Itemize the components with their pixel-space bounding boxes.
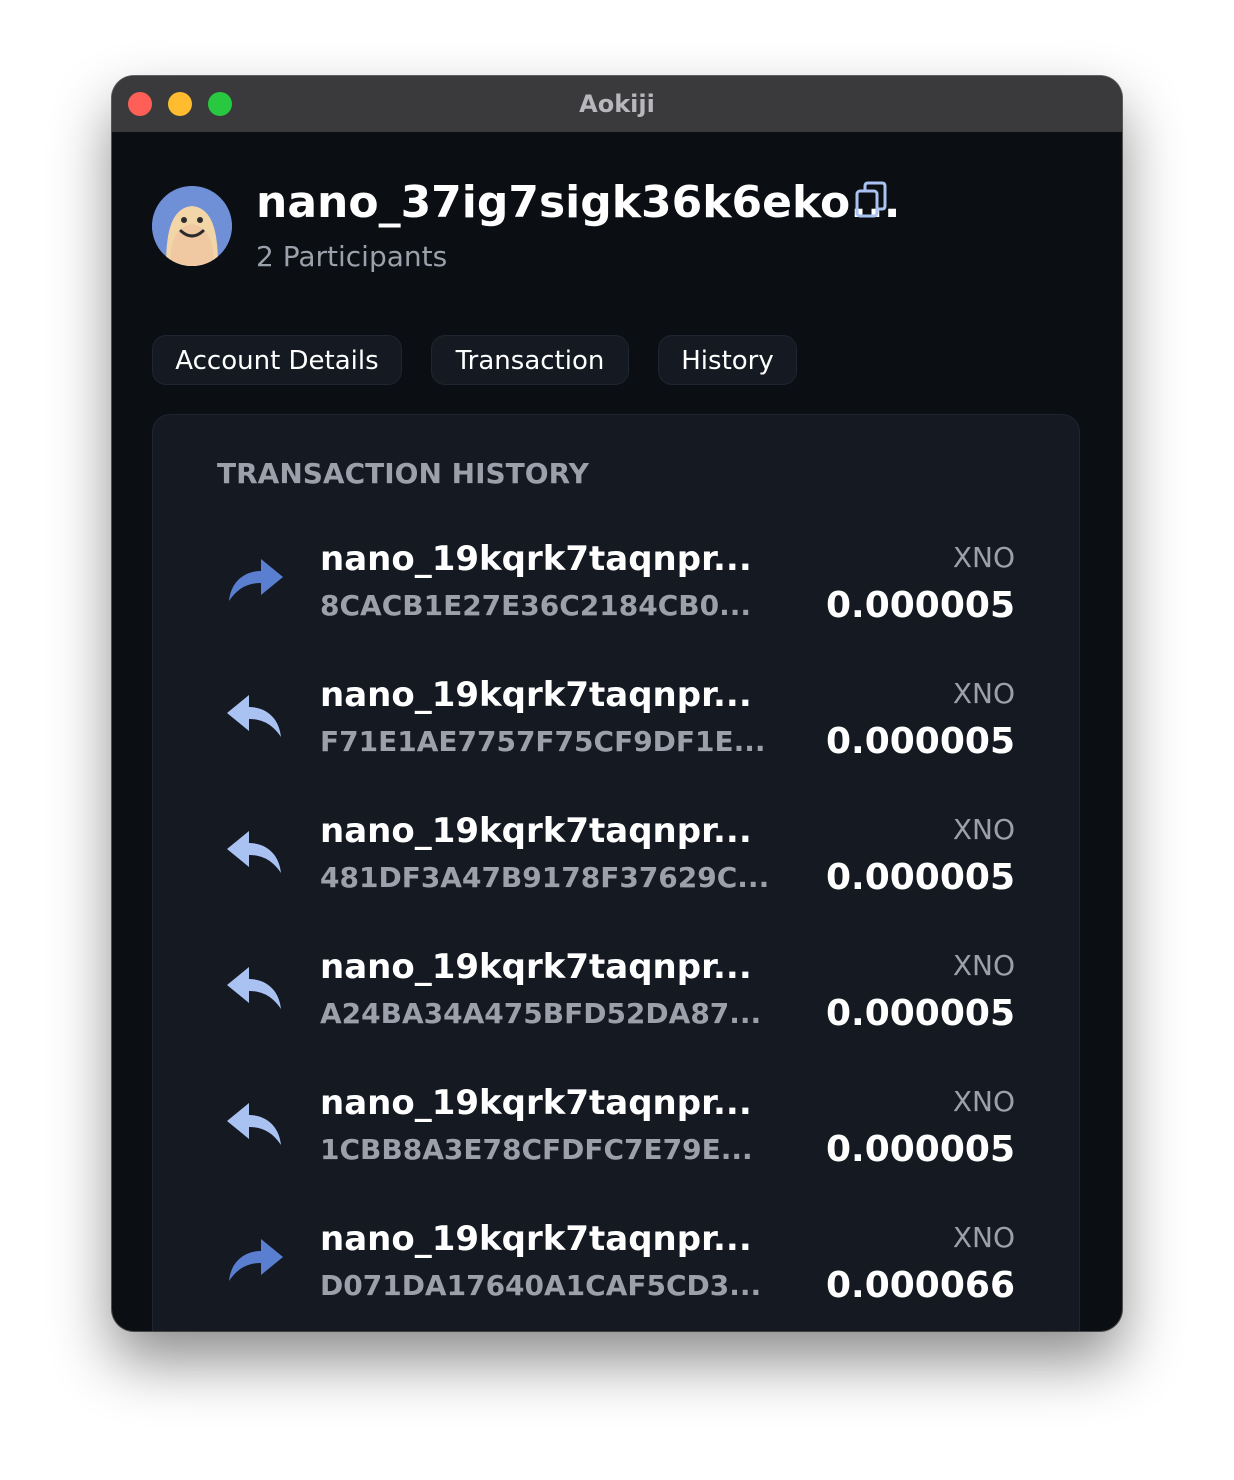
copy-icon [855, 181, 887, 218]
transaction-hash: 8CACB1E27E36C2184CB0... [320, 589, 752, 622]
send-arrow-icon [223, 1229, 287, 1285]
title-bar[interactable]: Aokiji [112, 76, 1122, 132]
transaction-currency: XNO [952, 1085, 1015, 1118]
tab-account-details[interactable]: Account Details [152, 335, 402, 385]
receive-arrow-icon [223, 685, 287, 741]
transaction-amount: 0.000005 [825, 993, 1015, 1034]
transaction-currency: XNO [952, 541, 1015, 574]
transaction-hash: D071DA17640A1CAF5CD3... [320, 1269, 762, 1302]
transaction-history-panel: TRANSACTION HISTORY nano_19kqrk7taqnpr..… [152, 414, 1080, 1331]
transaction-hash: 1CBB8A3E78CFDFC7E79E... [320, 1133, 753, 1166]
transaction-address: nano_19kqrk7taqnpr... [320, 947, 752, 987]
account-name: nano_37ig7sigk36k6eko... [256, 177, 901, 228]
transaction-address: nano_19kqrk7taqnpr... [320, 675, 752, 715]
transaction-amount: 0.000005 [825, 721, 1015, 762]
transaction-address: nano_19kqrk7taqnpr... [320, 811, 752, 851]
copy-button[interactable] [854, 180, 890, 220]
participants-count: 2 Participants [256, 240, 448, 273]
transaction-row[interactable]: nano_19kqrk7taqnpr... A24BA34A475BFD52DA8… [153, 947, 1079, 1077]
smiley-face-icon [152, 186, 232, 266]
app-window: Aokiji nano_37ig7sigk36k6eko... 2 Partic… [112, 76, 1122, 1331]
tab-history[interactable]: History [658, 335, 797, 385]
transaction-amount: 0.000005 [825, 585, 1015, 626]
transaction-currency: XNO [952, 1221, 1015, 1254]
tab-transaction[interactable]: Transaction [431, 335, 629, 385]
transaction-currency: XNO [952, 677, 1015, 710]
section-title: TRANSACTION HISTORY [217, 457, 589, 490]
transaction-row[interactable]: nano_19kqrk7taqnpr... 1CBB8A3E78CFDFC7E79… [153, 1083, 1079, 1213]
transaction-currency: XNO [952, 813, 1015, 846]
transaction-amount: 0.000005 [825, 1129, 1015, 1170]
avatar [152, 186, 232, 266]
receive-arrow-icon [223, 1093, 287, 1149]
transaction-amount: 0.000005 [825, 857, 1015, 898]
transaction-hash: A24BA34A475BFD52DA87... [320, 997, 762, 1030]
transaction-row[interactable]: nano_19kqrk7taqnpr... D071DA17640A1CAF5CD… [153, 1219, 1079, 1331]
transaction-address: nano_19kqrk7taqnpr... [320, 1083, 752, 1123]
transaction-address: nano_19kqrk7taqnpr... [320, 1219, 752, 1259]
transaction-currency: XNO [952, 949, 1015, 982]
transaction-row[interactable]: nano_19kqrk7taqnpr... 8CACB1E27E36C2184CB… [153, 539, 1079, 669]
transaction-address: nano_19kqrk7taqnpr... [320, 539, 752, 579]
transaction-row[interactable]: nano_19kqrk7taqnpr... F71E1AE7757F75CF9DF… [153, 675, 1079, 805]
transaction-hash: F71E1AE7757F75CF9DF1E... [320, 725, 766, 758]
transaction-row[interactable]: nano_19kqrk7taqnpr... 481DF3A47B9178F3762… [153, 811, 1079, 941]
receive-arrow-icon [223, 821, 287, 877]
transaction-hash: 481DF3A47B9178F37629C... [320, 861, 770, 894]
window-title: Aokiji [579, 90, 655, 118]
send-arrow-icon [223, 549, 287, 605]
receive-arrow-icon [223, 957, 287, 1013]
transaction-amount: 0.000066 [825, 1265, 1015, 1306]
